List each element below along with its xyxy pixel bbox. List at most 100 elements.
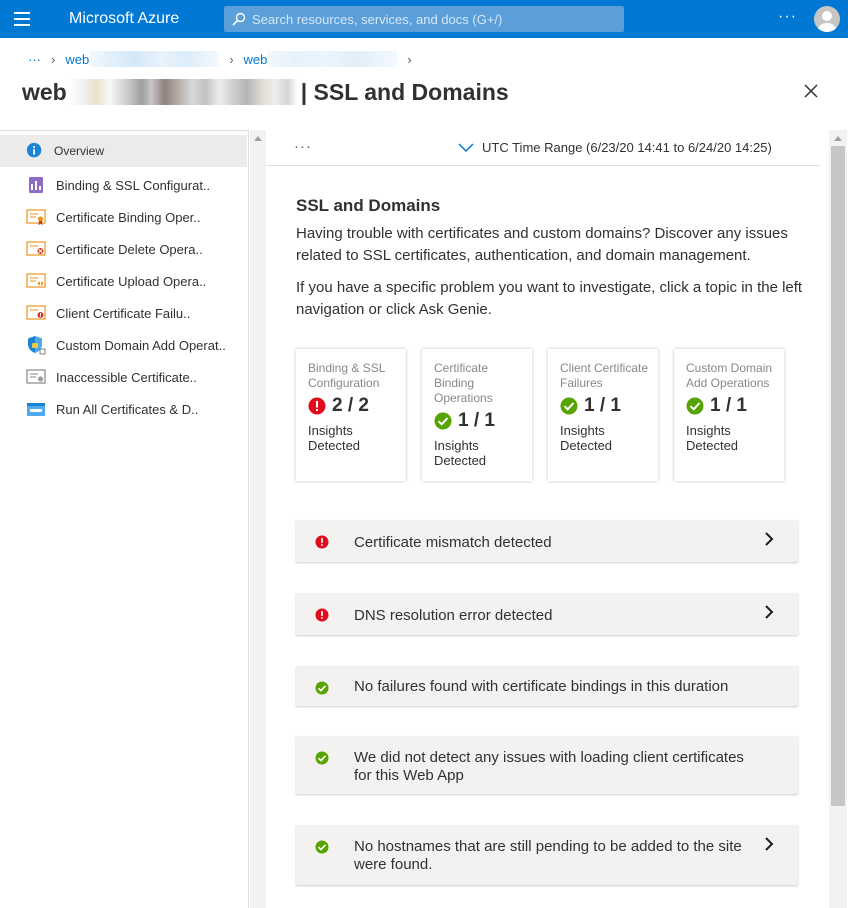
time-range-selector[interactable]: UTC Time Range (6/23/20 14:41 to 6/24/20… — [458, 140, 772, 155]
nav-label: Client Certificate Failu.. — [56, 305, 191, 321]
nav-label: Certificate Upload Opera.. — [56, 273, 207, 289]
card-value: 1 / 1 — [434, 410, 532, 432]
breadcrumb-more[interactable]: ··· — [28, 52, 41, 67]
card-subtitle: Insights Detected — [686, 423, 739, 453]
card-title: Client Certificate Failures — [560, 361, 649, 390]
summary-card-binding-ssl[interactable]: Binding & SSL Configuration 2 / 2 Insigh… — [296, 349, 406, 481]
search-input[interactable] — [252, 6, 617, 32]
success-icon — [315, 751, 329, 765]
run-all-icon — [27, 403, 45, 416]
card-value-text: 1 / 1 — [458, 410, 495, 431]
left-navigation: Overview Binding & SSL Configurat.. Cert… — [0, 130, 249, 908]
nav-item-custom-domain[interactable]: Custom Domain Add Operat.. — [0, 329, 247, 361]
breadcrumb-item-2[interactable]: web — [244, 52, 268, 67]
chevron-right-icon[interactable] — [764, 605, 774, 619]
insight-dns-resolution[interactable]: DNS resolution error detected — [296, 593, 798, 635]
chevron-right-icon[interactable] — [764, 837, 774, 851]
certificate-error-icon — [26, 305, 46, 320]
toolbar-more-icon[interactable]: ··· — [294, 138, 312, 155]
redacted-block — [68, 79, 297, 105]
nav-item-certificate-upload[interactable]: Certificate Upload Opera.. — [0, 265, 247, 297]
card-title: Binding & SSL Configuration — [308, 361, 385, 390]
hamburger-menu-icon[interactable] — [14, 12, 30, 26]
success-icon — [434, 412, 452, 430]
binding-icon — [29, 177, 43, 193]
insight-pending-hostnames[interactable]: No hostnames that are still pending to b… — [296, 825, 798, 885]
nav-label: Custom Domain Add Operat.. — [56, 337, 226, 353]
chevron-right-icon: › — [229, 51, 234, 67]
insight-text: No hostnames that are still pending to b… — [354, 838, 742, 873]
summary-card-client-certificate[interactable]: Client Certificate Failures 1 / 1 Insigh… — [548, 349, 658, 481]
nav-item-client-certificate[interactable]: Client Certificate Failu.. — [0, 297, 247, 329]
card-value-text: 1 / 1 — [710, 395, 747, 416]
success-icon — [315, 681, 329, 695]
section-heading: SSL and Domains — [296, 196, 441, 215]
nav-item-inaccessible-certificate[interactable]: Inaccessible Certificate.. — [0, 361, 247, 393]
chevron-right-icon: › — [407, 51, 412, 67]
insight-text: No failures found with certificate bindi… — [354, 678, 729, 695]
nav-item-overview[interactable]: Overview — [0, 135, 247, 167]
top-bar: Microsoft Azure ··· — [0, 0, 848, 38]
nav-item-certificate-delete[interactable]: Certificate Delete Opera.. — [0, 233, 247, 265]
summary-cards: Binding & SSL Configuration 2 / 2 Insigh… — [296, 349, 784, 481]
scrollbar-thumb[interactable] — [831, 146, 845, 806]
time-range-label: UTC Time Range (6/23/20 14:41 to 6/24/20… — [482, 140, 772, 155]
left-scrollbar[interactable] — [250, 130, 266, 908]
overview-content: SSL and Domains Having trouble with cert… — [296, 196, 816, 321]
nav-label: Run All Certificates & D.. — [56, 401, 199, 417]
brand-title[interactable]: Microsoft Azure — [69, 10, 179, 28]
scroll-up-icon[interactable] — [254, 136, 262, 141]
nav-item-binding-ssl[interactable]: Binding & SSL Configurat.. — [0, 169, 247, 201]
nav-label: Certificate Delete Opera.. — [56, 241, 203, 257]
card-title: Certificate Binding Operations — [434, 361, 493, 405]
breadcrumb: ··· › web › web › — [28, 50, 422, 68]
chevron-right-icon[interactable] — [764, 532, 774, 546]
search-icon — [232, 12, 246, 26]
instruction-paragraph: If you have a specific problem you want … — [296, 279, 803, 318]
resource-name: web — [22, 78, 67, 105]
insight-client-certificates[interactable]: We did not detect any issues with loadin… — [296, 736, 798, 794]
shield-domain-icon — [28, 336, 46, 355]
card-value: 2 / 2 — [308, 395, 406, 417]
success-icon — [686, 397, 704, 415]
card-subtitle: Insights Detected — [560, 423, 613, 453]
chevron-right-icon: › — [51, 51, 56, 67]
insight-certificate-mismatch[interactable]: Certificate mismatch detected — [296, 520, 798, 562]
nav-label: Certificate Binding Oper.. — [56, 209, 201, 225]
summary-card-certificate-binding[interactable]: Certificate Binding Operations 1 / 1 Ins… — [422, 349, 532, 481]
card-value-text: 2 / 2 — [332, 395, 369, 416]
avatar[interactable] — [814, 6, 840, 32]
scroll-up-icon[interactable] — [834, 136, 842, 141]
info-icon — [26, 142, 42, 158]
card-title: Custom Domain Add Operations — [686, 361, 773, 390]
nav-label: Inaccessible Certificate.. — [56, 369, 197, 385]
search-box[interactable] — [224, 6, 624, 32]
more-options-icon[interactable]: ··· — [778, 8, 797, 26]
card-subtitle: Insights Detected — [434, 438, 487, 468]
success-icon — [315, 840, 329, 854]
close-icon[interactable] — [800, 80, 822, 102]
nav-item-run-all[interactable]: Run All Certificates & D.. — [0, 393, 247, 425]
certificate-icon — [26, 209, 46, 225]
card-value-text: 1 / 1 — [584, 395, 621, 416]
insight-text: We did not detect any issues with loadin… — [354, 749, 744, 784]
page-title: | SSL and Domains — [300, 78, 509, 105]
card-value: 1 / 1 — [560, 395, 658, 417]
insight-certificate-bindings[interactable]: No failures found with certificate bindi… — [296, 666, 798, 706]
error-icon — [315, 608, 329, 622]
breadcrumb-item-1[interactable]: web — [65, 52, 89, 67]
certificate-gray-icon — [26, 369, 46, 384]
main-toolbar: ··· UTC Time Range (6/23/20 14:41 to 6/2… — [266, 130, 820, 166]
error-icon — [315, 535, 329, 549]
right-scrollbar[interactable] — [829, 130, 847, 908]
nav-item-certificate-binding[interactable]: Certificate Binding Oper.. — [0, 201, 247, 233]
chevron-down-icon — [458, 142, 474, 152]
certificate-delete-icon — [26, 241, 46, 256]
insight-text: Certificate mismatch detected — [354, 534, 552, 551]
summary-card-custom-domain[interactable]: Custom Domain Add Operations 1 / 1 Insig… — [674, 349, 784, 481]
nav-label: Overview — [54, 144, 105, 158]
insight-text: DNS resolution error detected — [354, 607, 553, 624]
card-value: 1 / 1 — [686, 395, 784, 417]
certificate-upload-icon — [26, 273, 46, 288]
error-icon — [308, 397, 326, 415]
